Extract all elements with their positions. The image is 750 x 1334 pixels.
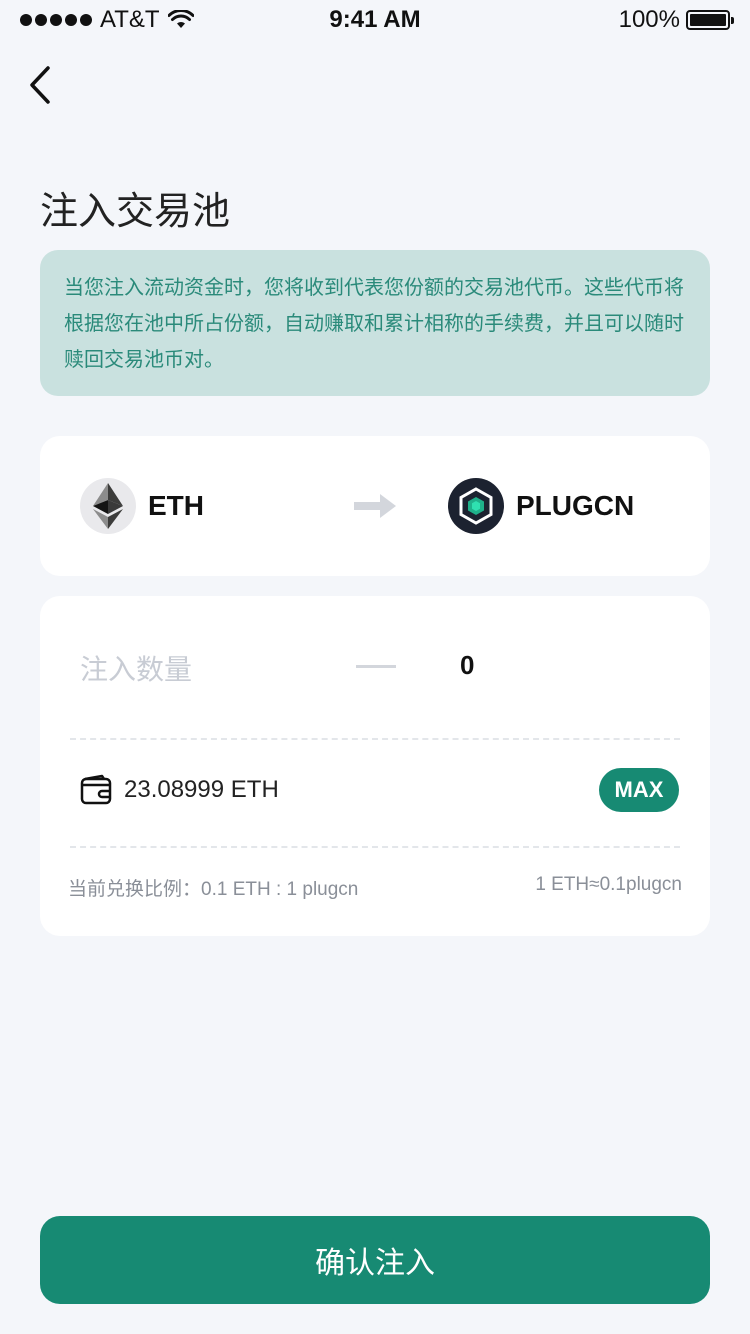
exchange-rate-value: 1 ETH≈0.1plugcn xyxy=(535,874,682,895)
confirm-inject-button[interactable]: 确认注入 xyxy=(40,1216,710,1304)
from-token[interactable]: ETH xyxy=(80,478,204,534)
chevron-left-icon xyxy=(30,66,50,104)
plugcn-icon xyxy=(448,478,504,534)
amount-label[interactable]: 注入数量 xyxy=(80,648,192,688)
to-token-symbol: PLUGCN xyxy=(516,490,635,521)
back-button[interactable] xyxy=(22,62,62,108)
token-pair-card: ETH PLUGCN xyxy=(40,436,710,576)
notice-text: 当您注入流动资金时，您将收到代表您份额的交易池代币。这些代币将根据您在池中所占份… xyxy=(64,277,684,371)
exchange-rate-label: 当前兑换比例：0.1 ETH : 1 plugcn xyxy=(68,879,359,900)
amount-card: 注入数量 0 23.08999 ETH MAX 当前兑换比例：0.1 ETH :… xyxy=(40,596,710,936)
amount-input[interactable]: 0 xyxy=(460,650,474,681)
divider xyxy=(70,846,680,848)
page-title: 注入交易池 xyxy=(40,191,231,233)
to-token[interactable]: PLUGCN xyxy=(448,478,634,534)
from-token-symbol: ETH xyxy=(148,490,204,521)
battery-icon xyxy=(686,10,734,30)
divider xyxy=(70,738,680,740)
wallet-icon xyxy=(80,774,112,805)
amount-separator xyxy=(356,665,396,668)
battery-percent: 100% xyxy=(618,6,680,33)
ethereum-icon xyxy=(80,478,136,534)
status-bar: AT&T 9:41 AM 100% xyxy=(0,0,750,40)
max-button[interactable]: MAX xyxy=(599,768,679,812)
arrow-right-icon xyxy=(354,494,396,518)
status-right: 100% xyxy=(618,6,734,34)
info-notice: 当您注入流动资金时，您将收到代表您份额的交易池代币。这些代币将根据您在池中所占份… xyxy=(40,250,710,396)
wallet-balance: 23.08999 ETH xyxy=(124,776,279,803)
